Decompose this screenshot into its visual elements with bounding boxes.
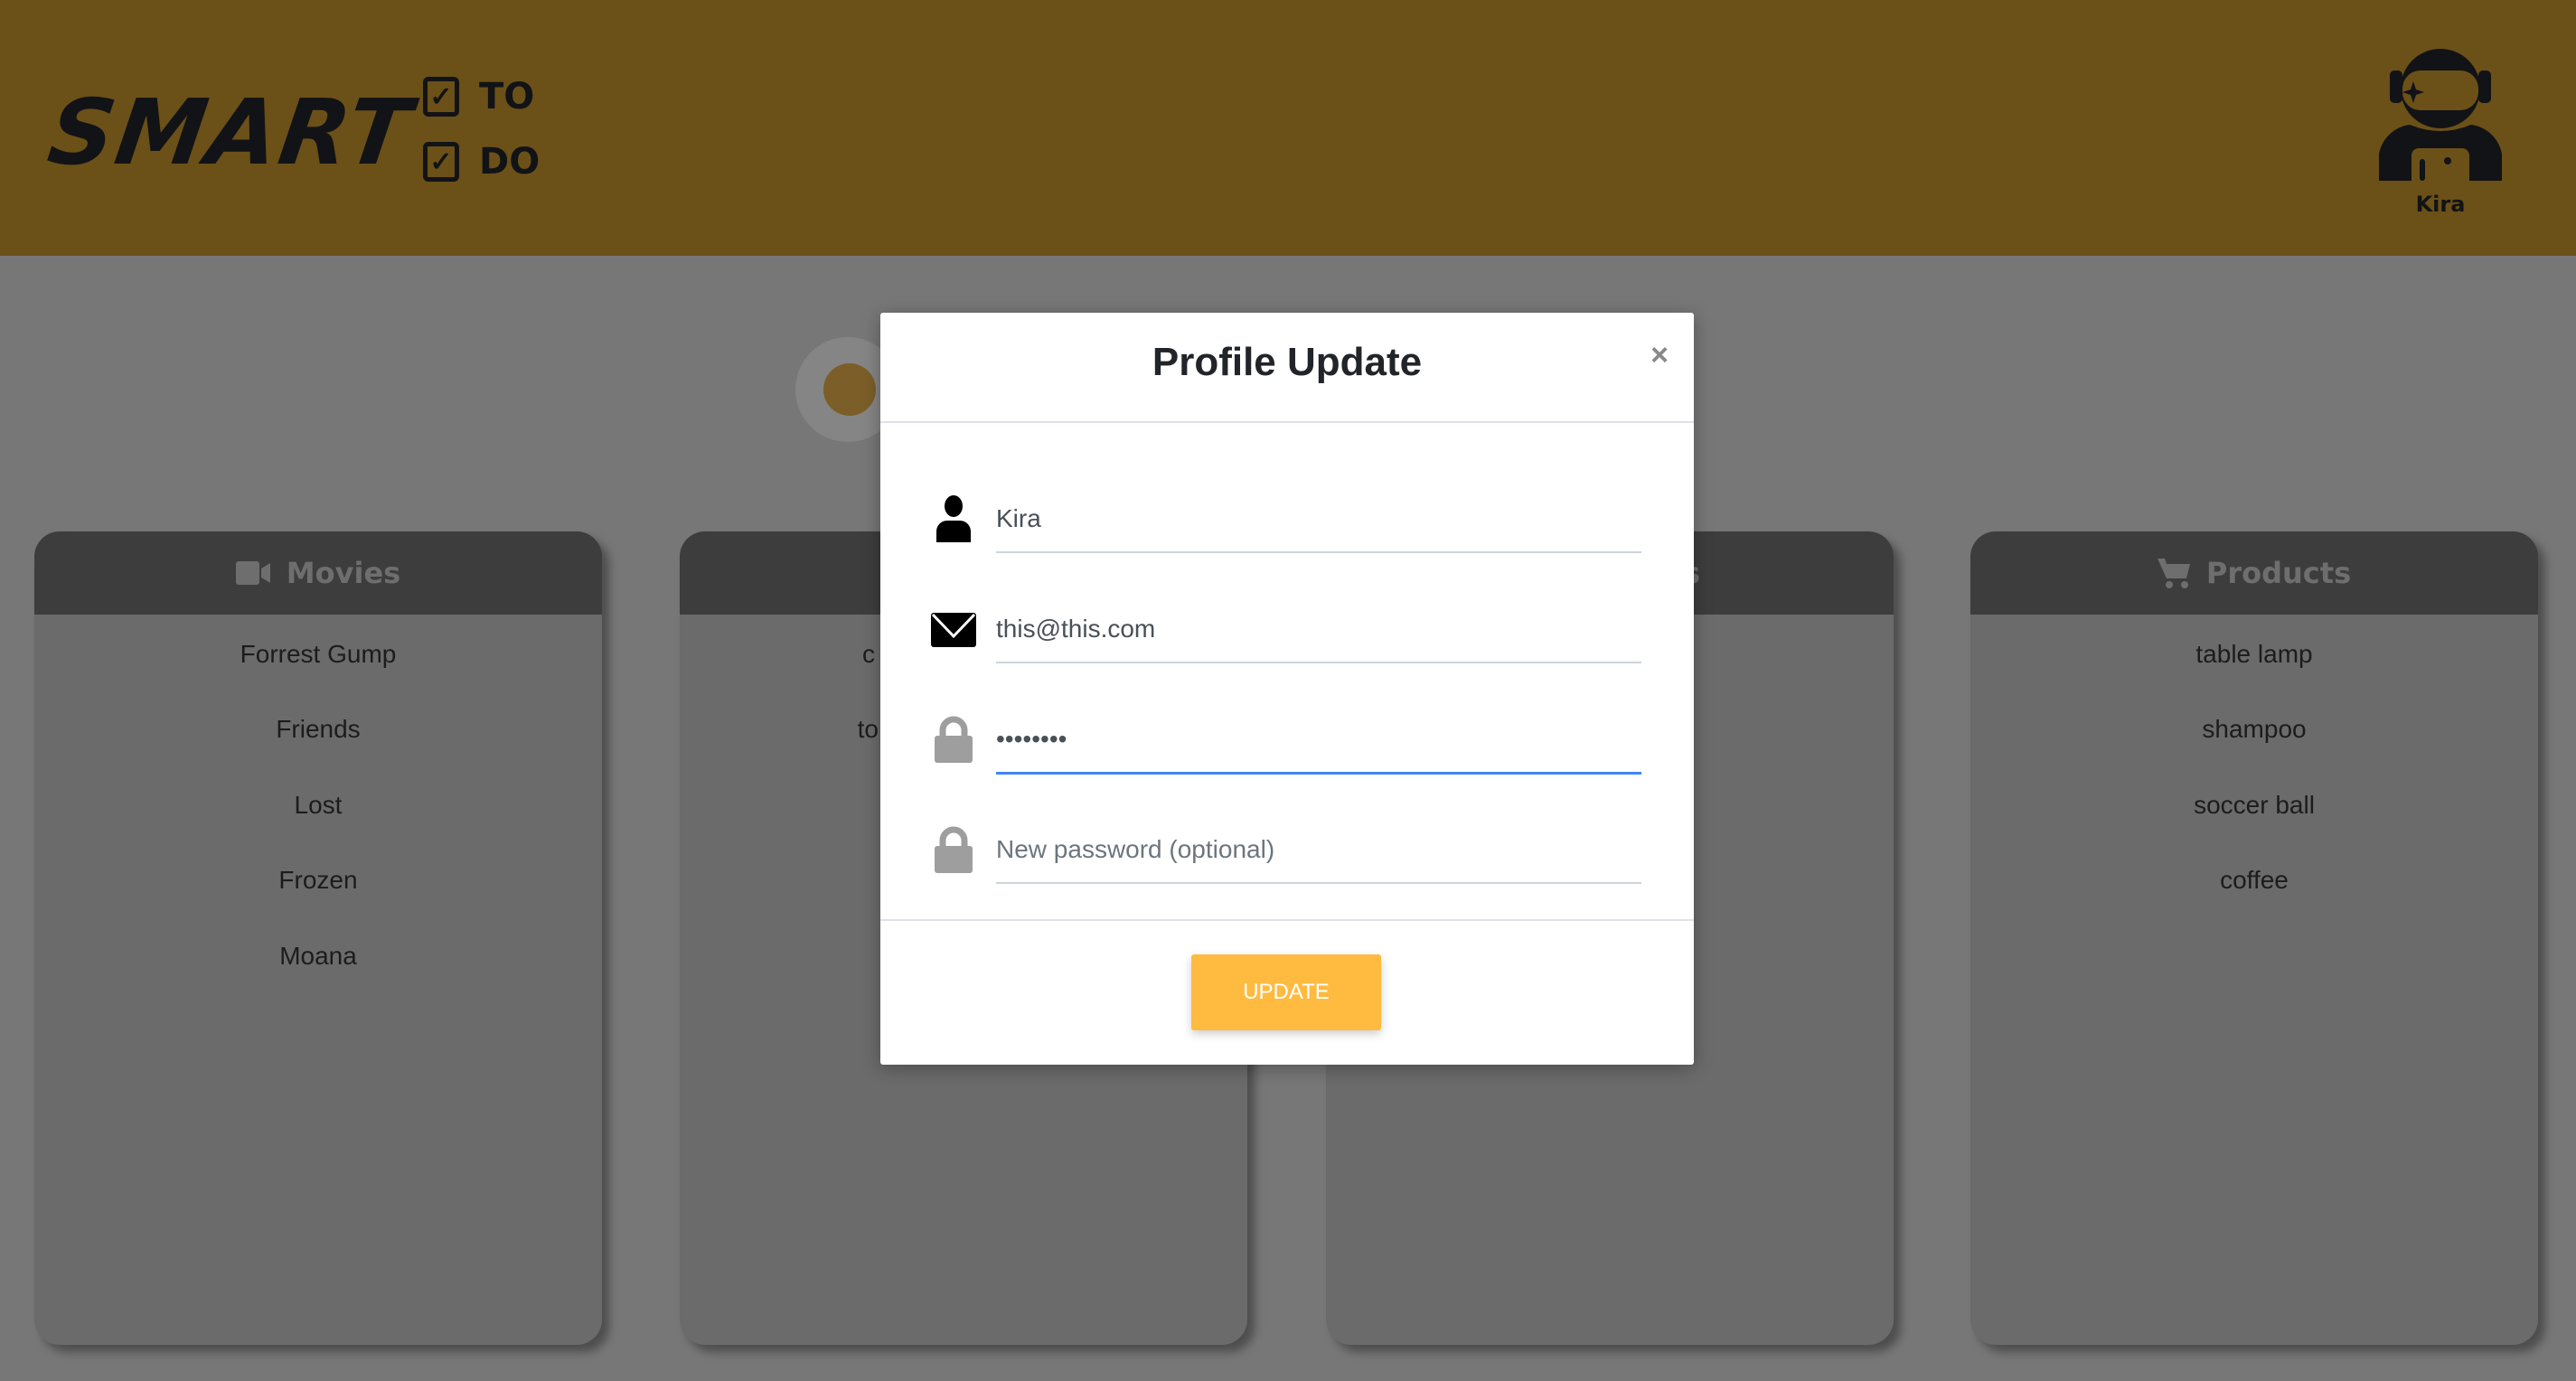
list-item[interactable]: Frozen xyxy=(34,843,602,919)
card-products: Products table lamp shampoo soccer ball … xyxy=(1970,531,2538,1345)
list-item[interactable]: soccer ball xyxy=(1970,767,2538,843)
envelope-icon xyxy=(931,613,976,647)
close-button[interactable]: × xyxy=(1650,338,1669,373)
list-item[interactable]: Friends xyxy=(34,692,602,768)
lock-icon xyxy=(935,826,973,873)
user-name[interactable]: Kira xyxy=(2350,192,2531,217)
list-item[interactable]: Moana xyxy=(34,918,602,994)
logo[interactable]: SMART xyxy=(42,80,418,185)
logo-word-do: DO xyxy=(479,141,541,183)
app-header: SMART ✓ TO ✓ DO Kira xyxy=(0,0,2576,256)
update-button[interactable]: UPDATE xyxy=(1191,954,1381,1030)
name-input[interactable]: Kira xyxy=(996,504,1041,533)
password-input[interactable]: •••••••• xyxy=(996,725,1067,754)
input-underline-focused xyxy=(996,772,1641,775)
card-title: Products xyxy=(2205,556,2352,590)
input-underline xyxy=(996,551,1641,553)
card-header: Products xyxy=(1970,531,2538,615)
divider xyxy=(880,421,1694,423)
user-icon xyxy=(936,495,971,542)
card-header: Movies xyxy=(34,531,602,615)
checkbox-icon: ✓ xyxy=(423,142,459,182)
checkbox-icon: ✓ xyxy=(423,77,459,117)
list-item[interactable]: table lamp xyxy=(1970,616,2538,692)
modal-title: Profile Update xyxy=(1152,340,1423,384)
loading-spinner-dot xyxy=(823,363,876,416)
video-camera-icon xyxy=(235,561,270,585)
new-password-input[interactable]: New password (optional) xyxy=(996,835,1274,864)
logo-todo-row: ✓ DO xyxy=(423,141,540,183)
name-field[interactable]: Kira xyxy=(931,493,1641,566)
list-item[interactable]: coffee xyxy=(1970,843,2538,919)
card-movies: Movies Forrest Gump Friends Lost Frozen … xyxy=(34,531,602,1345)
shopping-cart-icon xyxy=(2157,559,2190,588)
email-input[interactable]: this@this.com xyxy=(996,615,1155,644)
divider xyxy=(880,919,1694,921)
logo-word-to: TO xyxy=(479,76,535,117)
lock-icon xyxy=(935,716,973,763)
email-field[interactable]: this@this.com xyxy=(931,604,1641,676)
list-item[interactable]: Forrest Gump xyxy=(34,616,602,692)
password-field[interactable]: •••••••• xyxy=(931,714,1641,786)
input-underline xyxy=(996,662,1641,663)
input-underline xyxy=(996,882,1641,884)
logo-todo-row: ✓ TO xyxy=(423,76,534,117)
list-item[interactable]: shampoo xyxy=(1970,692,2538,768)
card-title: Movies xyxy=(286,556,401,590)
astronaut-avatar-icon[interactable] xyxy=(2377,45,2504,181)
list-item[interactable]: Lost xyxy=(34,767,602,843)
profile-update-modal: Profile Update × Kira this@this.com ••••… xyxy=(880,313,1694,1065)
new-password-field[interactable]: New password (optional) xyxy=(931,824,1641,897)
